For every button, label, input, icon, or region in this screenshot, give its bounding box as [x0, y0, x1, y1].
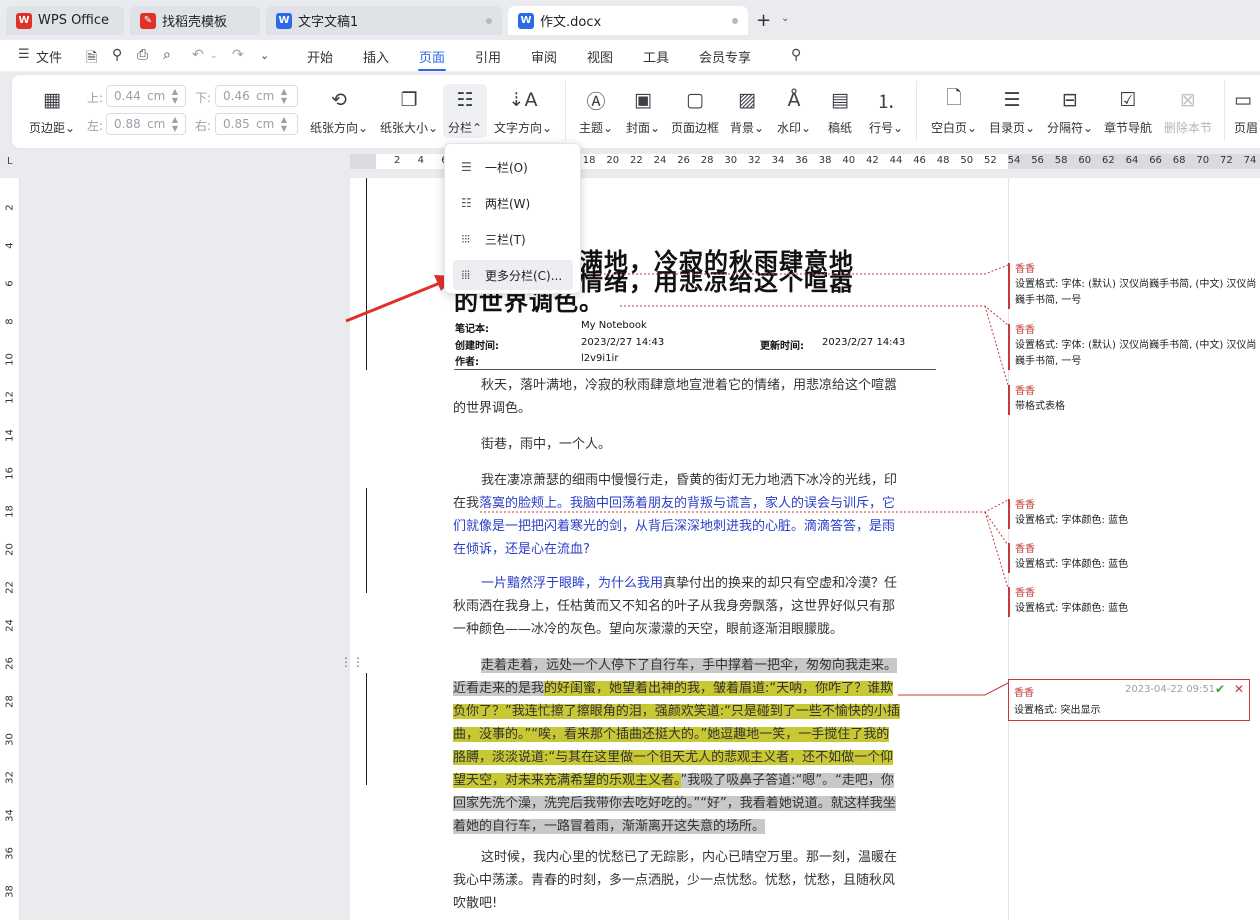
active-revision-comment[interactable]: 香香 2023-04-22 09:51 ✔ ✕ 设置格式: 突出显示: [1008, 679, 1250, 721]
revision-connector: [984, 305, 1009, 386]
comment-author: 香香: [1015, 386, 1035, 397]
one-column-item[interactable]: ☰ 一栏(O): [453, 152, 573, 182]
revision-connector: [480, 499, 1009, 513]
more-columns-icon: ⁞⁞⁞: [461, 268, 470, 282]
comment-text: 设置格式: 字体颜色: 蓝色: [1015, 559, 1129, 570]
three-columns-item[interactable]: ⁝⁝⁝ 三栏(T): [453, 224, 573, 254]
menu-item-label: 一栏(O): [485, 160, 528, 175]
one-column-icon: ☰: [461, 160, 472, 174]
revision-comment[interactable]: 香香 设置格式: 字体颜色: 蓝色: [1008, 543, 1258, 573]
menu-item-label: 三栏(T): [485, 232, 526, 247]
revision-comment[interactable]: 香香 设置格式: 字体: (默认) 汉仪尚巍手书简, (中文) 汉仪尚巍手书简,…: [1008, 263, 1258, 309]
comment-text: 设置格式: 字体颜色: 蓝色: [1015, 515, 1129, 526]
comment-timestamp: 2023-04-22 09:51: [1125, 684, 1216, 695]
comment-text: 设置格式: 字体: (默认) 汉仪尚巍手书简, (中文) 汉仪尚巍手书简, 一号: [1015, 279, 1257, 306]
revision-connector: [898, 682, 1009, 696]
three-columns-icon: ⁝⁝⁝: [461, 232, 470, 246]
comment-author: 香香: [1015, 500, 1035, 511]
comment-author: 香香: [1015, 325, 1035, 336]
revision-connector: [984, 511, 1009, 589]
revision-connector: [984, 511, 1009, 546]
two-columns-item[interactable]: ☷ 两栏(W): [453, 188, 573, 218]
revision-comment[interactable]: 香香 设置格式: 字体颜色: 蓝色: [1008, 499, 1258, 529]
more-columns-item[interactable]: ⁞⁞⁞ 更多分栏(C)...: [453, 260, 573, 290]
comment-author: 香香: [1015, 544, 1035, 555]
comment-text: 设置格式: 字体: (默认) 汉仪尚巍手书简, (中文) 汉仪尚巍手书简, 一号: [1015, 340, 1257, 367]
revision-comment[interactable]: 香香 带格式表格: [1008, 385, 1258, 415]
accept-check-icon[interactable]: ✔: [1215, 682, 1225, 696]
columns-dropdown-menu: ☰ 一栏(O) ☷ 两栏(W) ⁝⁝⁝ 三栏(T) ⁞⁞⁞ 更多分栏(C)...: [444, 143, 581, 294]
two-columns-icon: ☷: [461, 196, 472, 210]
comment-text: 设置格式: 突出显示: [1014, 705, 1101, 716]
comment-author: 香香: [1015, 588, 1035, 599]
reject-close-icon[interactable]: ✕: [1234, 682, 1244, 696]
menu-item-label: 两栏(W): [485, 196, 531, 211]
overlay-graphics: [345, 264, 1009, 696]
revision-comment[interactable]: 香香 设置格式: 字体: (默认) 汉仪尚巍手书简, (中文) 汉仪尚巍手书简,…: [1008, 324, 1258, 370]
red-arrow-shaft: [345, 281, 441, 323]
revision-connector: [620, 305, 1009, 326]
comment-author: 香香: [1015, 264, 1035, 275]
comment-text: 带格式表格: [1015, 401, 1065, 412]
menu-item-label: 更多分栏(C)...: [485, 268, 563, 283]
revision-connector: [600, 264, 1009, 275]
comment-text: 设置格式: 字体颜色: 蓝色: [1015, 603, 1129, 614]
revision-comment[interactable]: 香香 设置格式: 字体颜色: 蓝色: [1008, 587, 1258, 617]
